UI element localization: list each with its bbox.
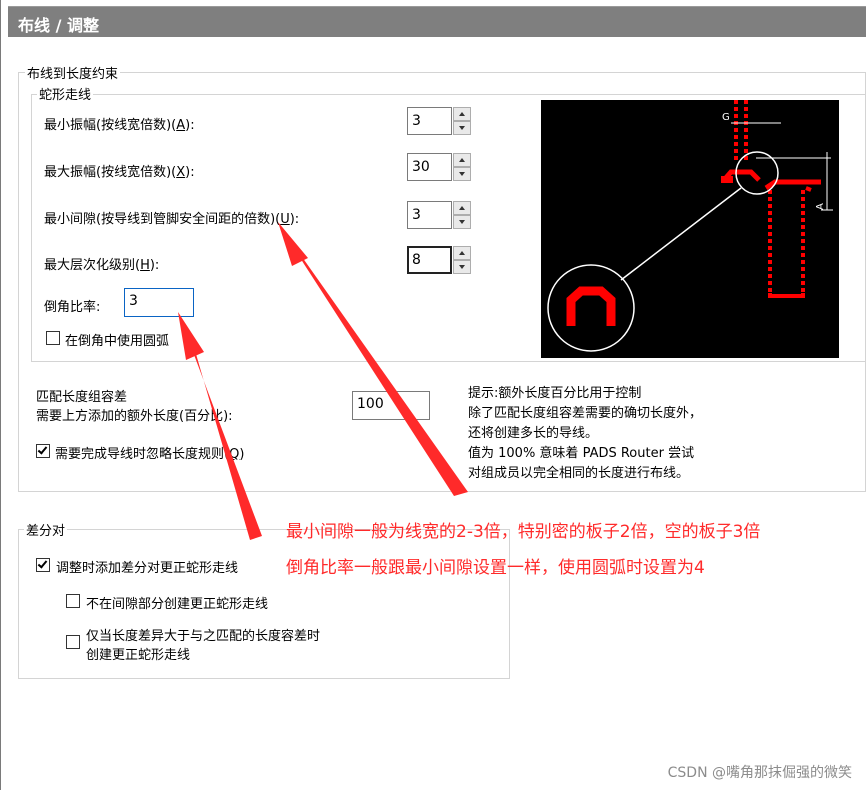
annotation-line-1: 最小间隙一般为线宽的2-3倍，特别密的板子2倍，空的板子3倍 [286, 522, 761, 542]
annotation-arrows [178, 222, 468, 540]
annotation-line-2: 倒角比率一般跟最小间隙设置一样，使用圆弧时设置为4 [286, 558, 705, 578]
annotation-arrow-gap [283, 230, 468, 496]
watermark: CSDN @嘴角那抹倔强的微笑 [667, 765, 852, 781]
